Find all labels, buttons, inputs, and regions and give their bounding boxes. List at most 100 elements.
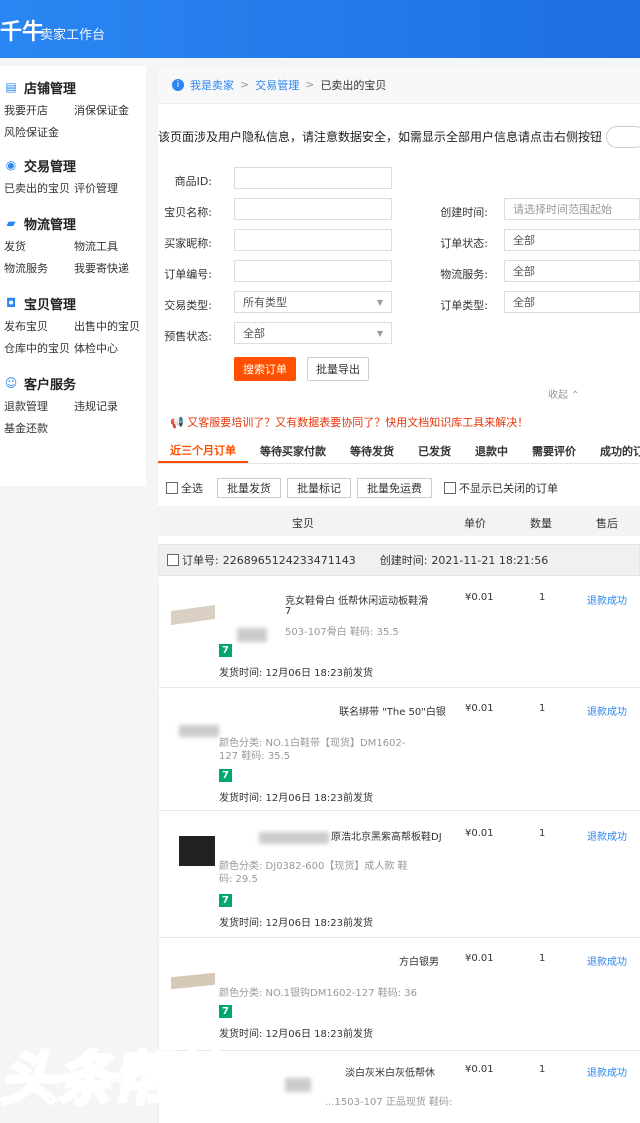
product-spec: ...1503-107 正品现货 鞋码: [325, 1097, 453, 1108]
sidebar-item-publish[interactable]: 发布宝贝 [4, 318, 74, 334]
table-row: 克女鞋骨白 低帮休闲运动板鞋滑 7 503-107骨白 鞋码: 35.5 7 发… [158, 578, 640, 688]
product-thumbnail[interactable] [179, 836, 215, 866]
truck-icon: ▰ [6, 216, 16, 230]
product-title[interactable]: 淡白灰米白灰低帮休 [345, 1064, 435, 1079]
product-spec: 颜色分类: DJ0382-600【现货】成人款 鞋码: 29.5 [219, 861, 408, 885]
refund-status-link[interactable]: 退款成功 [587, 703, 627, 718]
sidebar-section-store: ▤ 店铺管理 我要开店 消保保证金 风险保证金 [0, 76, 146, 140]
sidebar-item-risk-deposit[interactable]: 风险保证金 [4, 124, 74, 140]
hide-closed-checkbox[interactable] [444, 482, 456, 494]
order-status-label: 订单状态: [440, 237, 488, 250]
product-thumbnail[interactable] [171, 972, 215, 990]
privacy-toggle[interactable] [606, 126, 640, 148]
breadcrumb-trade[interactable]: 交易管理 [255, 77, 299, 93]
product-id-input[interactable] [234, 167, 392, 189]
product-title-line2: 7 [285, 606, 292, 617]
refund-status-link[interactable]: 退款成功 [587, 953, 627, 968]
promo-banner[interactable]: 📢 又客服要培训了？又有数据表要协同了？快用文档知识库工具来解决！ [170, 414, 528, 430]
sidebar-section-title[interactable]: ▰ 物流管理 [4, 212, 146, 234]
ship-deadline: 发货时间: 12月06日 18:23前发货 [219, 668, 373, 679]
refund-status-link[interactable]: 退款成功 [587, 1064, 627, 1079]
breadcrumb-current: 已卖出的宝贝 [320, 78, 387, 92]
blurred-region [259, 832, 329, 844]
sidebar-section-title[interactable]: ▤ 店铺管理 [4, 76, 146, 98]
tab-recent-3-months[interactable]: 近三个月订单 [158, 438, 248, 463]
sidebar-item-fund-repay[interactable]: 基金还款 [4, 420, 74, 436]
tab-awaiting-payment[interactable]: 等待买家付款 [248, 438, 338, 463]
sidebar-item-reviews[interactable]: 评价管理 [74, 180, 144, 196]
batch-export-button[interactable]: 批量导出 [307, 357, 369, 381]
sidebar-item-warehouse[interactable]: 仓库中的宝贝 [4, 340, 74, 356]
seven-day-return-badge: 7 [219, 1005, 232, 1018]
item-name-input[interactable] [234, 198, 392, 220]
batch-mark-button[interactable]: 批量标记 [287, 478, 351, 498]
order-type-select[interactable]: 全部 [504, 291, 640, 313]
product-title[interactable]: 克女鞋骨白 低帮休闲运动板鞋滑 [285, 592, 428, 607]
order-status-select[interactable]: 全部 [504, 229, 640, 251]
batch-free-shipping-button[interactable]: 批量免运费 [357, 478, 432, 498]
order-header: 订单号: 2268965124233471143 创建时间: 2021-11-2… [158, 544, 640, 576]
refund-status-link[interactable]: 退款成功 [587, 592, 627, 607]
presale-select[interactable]: 全部 ▼ [234, 322, 392, 344]
order-tabs: 近三个月订单 等待买家付款 等待发货 已发货 退款中 需要评价 成功的订单 [158, 438, 640, 464]
sidebar-item-logistics-service[interactable]: 物流服务 [4, 260, 74, 276]
logistics-select[interactable]: 全部 [504, 260, 640, 282]
search-orders-button[interactable]: 搜索订单 [234, 357, 296, 381]
col-price: 单价 [464, 517, 486, 530]
tab-shipped[interactable]: 已发货 [406, 438, 463, 463]
order-no-label: 订单编号: [164, 268, 212, 281]
order-checkbox[interactable] [167, 554, 179, 566]
trade-type-label: 交易类型: [164, 299, 212, 312]
refund-status-link[interactable]: 退款成功 [587, 828, 627, 843]
tab-refunding[interactable]: 退款中 [463, 438, 520, 463]
sidebar-section-title[interactable]: ☺ 客户服务 [4, 372, 146, 394]
product-title[interactable]: 原浩北京黑紫高帮板鞋DJ [331, 828, 442, 843]
order-no-input[interactable] [234, 260, 392, 282]
table-row: 联名绑带 "The 50"白银 颜色分类: NO.1白鞋带【现货】DM1602-… [158, 689, 640, 811]
sidebar-item-ship[interactable]: 发货 [4, 238, 74, 254]
sidebar-item-open-store[interactable]: 我要开店 [4, 102, 74, 118]
tab-needs-review[interactable]: 需要评价 [520, 438, 588, 463]
sidebar-item-violations[interactable]: 违规记录 [74, 398, 144, 414]
trade-icon: ◉ [5, 158, 17, 172]
sidebar-item-sold-items[interactable]: 已卖出的宝贝 [4, 180, 74, 196]
sidebar-item-on-sale[interactable]: 出售中的宝贝 [74, 318, 144, 334]
col-after-sale: 售后 [596, 517, 618, 530]
ship-deadline: 发货时间: 12月06日 18:23前发货 [219, 918, 373, 929]
breadcrumb-separator: > [240, 78, 250, 91]
sidebar-item-refunds[interactable]: 退款管理 [4, 398, 74, 414]
product-title[interactable]: 联名绑带 "The 50"白银 [339, 703, 446, 718]
quantity: 1 [539, 703, 546, 714]
sidebar-section-logistics: ▰ 物流管理 发货 物流工具 物流服务 我要寄快递 [0, 212, 146, 276]
trade-type-select[interactable]: 所有类型 ▼ [234, 291, 392, 313]
order-no[interactable]: 2268965124233471143 [223, 554, 356, 567]
sidebar-section-title[interactable]: ◉ 交易管理 [4, 154, 146, 176]
watermark-logo: 头条帮忙 [0, 1044, 228, 1115]
breadcrumb-seller[interactable]: 我是卖家 [190, 77, 234, 93]
privacy-notice: 该页面涉及用户隐私信息，请注意数据安全，如需显示全部用户信息请点击右侧按钮 [158, 130, 603, 144]
quantity: 1 [539, 1064, 546, 1075]
blurred-region [179, 725, 219, 737]
product-spec: 颜色分类: NO.1银钩DM1602-127 鞋码: 36 [219, 988, 417, 999]
tab-successful[interactable]: 成功的订单 [588, 438, 640, 463]
sidebar-item-deposit[interactable]: 消保保证金 [74, 102, 144, 118]
collapse-link[interactable]: 收起 ⌃ [548, 386, 580, 401]
sidebar-item-logistics-tools[interactable]: 物流工具 [74, 238, 144, 254]
product-title[interactable]: 方白银男 [399, 953, 439, 968]
select-all-checkbox[interactable] [166, 482, 178, 494]
col-item: 宝贝 [292, 517, 314, 530]
sidebar-section-title[interactable]: ◘ 宝贝管理 [4, 292, 146, 314]
sidebar: ▤ 店铺管理 我要开店 消保保证金 风险保证金 ◉ 交易管理 已卖出的宝贝 评价管理… [0, 66, 146, 486]
sidebar-item-send-express[interactable]: 我要寄快递 [74, 260, 144, 276]
created-range-input[interactable]: 请选择时间范围起始 [504, 198, 640, 220]
product-thumbnail[interactable] [171, 604, 215, 626]
caret-down-icon: ▼ [376, 297, 383, 307]
batch-ship-button[interactable]: 批量发货 [217, 478, 281, 498]
tab-awaiting-shipment[interactable]: 等待发货 [338, 438, 406, 463]
buyer-nick-input[interactable] [234, 229, 392, 251]
blurred-region [285, 1078, 311, 1092]
logistics-label: 物流服务: [440, 268, 488, 281]
order-created: 2021-11-21 18:21:56 [431, 553, 549, 567]
sidebar-section-items: ◘ 宝贝管理 发布宝贝 出售中的宝贝 仓库中的宝贝 体检中心 [0, 292, 146, 356]
sidebar-item-health-check[interactable]: 体检中心 [74, 340, 144, 356]
